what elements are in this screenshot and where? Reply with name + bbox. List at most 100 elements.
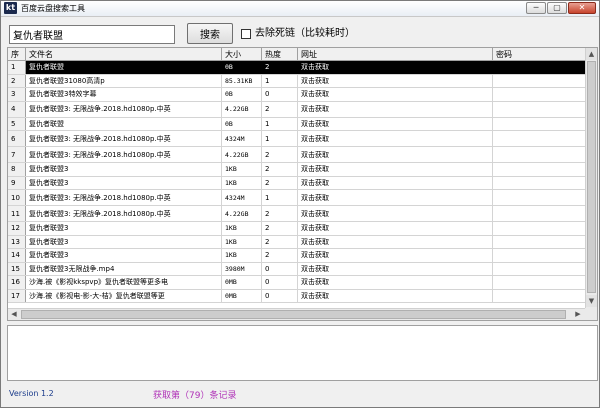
table-row[interactable]: 13 复仇者联盟3 1KB 2 双击获取 [8, 235, 586, 249]
col-url-cell[interactable]: 双击获取 [298, 190, 493, 205]
col-index-cell: 13 [8, 235, 26, 248]
close-icon[interactable]: ✕ [568, 2, 596, 14]
table-row[interactable]: 3 复仇者联盟3特效字幕 0B 0 双击获取 [8, 88, 586, 102]
col-size-cell: 0B [222, 117, 262, 130]
col-url-cell[interactable]: 双击获取 [298, 176, 493, 189]
table-row[interactable]: 11 复仇者联盟3: 无限战争.2018.hd1080p.中英 4.22GB 2 双击获… [8, 206, 586, 222]
header-col-url[interactable]: 网址 [298, 48, 493, 61]
minimize-icon[interactable]: ─ [526, 2, 546, 14]
horizontal-scrollbar[interactable]: ◀ ▶ [8, 308, 586, 320]
vertical-scroll-thumb[interactable] [587, 61, 596, 293]
header-col-filename[interactable]: 文件名 [26, 48, 222, 61]
col-heat-cell: 2 [262, 235, 298, 248]
col-url-cell[interactable]: 双击获取 [298, 117, 493, 130]
col-url-cell[interactable]: 双击获取 [298, 276, 493, 289]
col-url-cell[interactable]: 双击获取 [298, 88, 493, 101]
table-row[interactable]: 2 复仇者联盟31080高清p 85.31KB 1 双击获取 [8, 74, 586, 88]
search-button[interactable]: 搜索 [187, 23, 233, 44]
scroll-right-icon[interactable]: ▶ [572, 309, 584, 320]
table-row[interactable]: 7 复仇者联盟3: 无限战争.2018.hd1080p.中英 4.22GB 2 双击获取 [8, 147, 586, 163]
table-row[interactable]: 16 沙海.被《影视kkspvp》复仇者联盟等更多电 0MB 0 双击获取 [8, 276, 586, 290]
col-index-cell: 8 [8, 163, 26, 176]
col-url-cell[interactable]: 双击获取 [298, 74, 493, 87]
col-url-cell[interactable]: 双击获取 [298, 101, 493, 117]
table-header: 序文件名 大小 热度 网址 密码 [8, 48, 586, 61]
col-password-cell [493, 176, 586, 189]
table-row[interactable]: 8 复仇者联盟3 1KB 2 双击获取 [8, 163, 586, 177]
header-col-index[interactable]: 序 [8, 48, 26, 61]
table-row[interactable]: 12 复仇者联盟3 1KB 2 双击获取 [8, 222, 586, 236]
col-index-cell: 15 [8, 262, 26, 275]
col-heat-cell: 2 [262, 163, 298, 176]
col-url-cell[interactable]: 双击获取 [298, 206, 493, 221]
table-row[interactable]: 10 复仇者联盟3: 无限战争.2018.hd1080p.中英 4324M 1 双击获取 [8, 190, 586, 206]
col-index-cell: 7 [8, 147, 26, 162]
col-url-cell[interactable]: 双击获取 [298, 235, 493, 248]
scroll-up-icon[interactable]: ▲ [586, 48, 597, 60]
log-panel[interactable] [7, 325, 598, 381]
col-index-cell: 12 [8, 222, 26, 235]
vertical-scrollbar[interactable]: ▲ ▼ [585, 48, 597, 308]
col-url-cell[interactable]: 双击获取 [298, 61, 493, 74]
search-input[interactable] [9, 25, 175, 44]
col-url-cell[interactable]: 双击获取 [298, 222, 493, 235]
title-bar[interactable]: kt 百度云盘搜索工具 ─ ▢ ✕ [1, 1, 599, 17]
col-url-cell[interactable]: 双击获取 [298, 262, 493, 275]
col-size-cell: 0MB [222, 276, 262, 289]
maximize-icon[interactable]: ▢ [547, 2, 567, 14]
col-heat-cell: 2 [262, 176, 298, 189]
col-index-cell: 3 [8, 88, 26, 101]
scroll-left-icon[interactable]: ◀ [8, 309, 20, 320]
col-size-cell: 1KB [222, 235, 262, 248]
table-row[interactable]: 15 复仇者联盟3无限战争.mp4 3980M 0 双击获取 [8, 262, 586, 276]
dead-link-checkbox[interactable]: 去除死链（比较耗时） [241, 28, 355, 40]
app-window: kt 百度云盘搜索工具 ─ ▢ ✕ 搜索 去除死链（比较耗时） 序文件名大小热度… [0, 0, 600, 408]
col-heat-cell: 1 [262, 74, 298, 87]
col-url-cell[interactable]: 双击获取 [298, 147, 493, 162]
col-url-cell[interactable]: 双击获取 [298, 249, 493, 262]
col-password-cell [493, 163, 586, 176]
col-index-cell: 6 [8, 131, 26, 146]
table-row[interactable]: 9 复仇者联盟3 1KB 2 双击获取 [8, 176, 586, 190]
app-logo-icon: kt [4, 2, 17, 14]
table-row[interactable]: 6 复仇者联盟3: 无限战争.2018.hd1080p.中英 4324M 1 双击获取 [8, 131, 586, 147]
table-row[interactable]: 5 复仇者联盟 0B 1 双击获取 [8, 117, 586, 131]
horizontal-scroll-thumb[interactable] [21, 310, 566, 319]
table-row[interactable]: 4 复仇者联盟3: 无限战争.2018.hd1080p.中英 4.22GB 2 双击获取 [8, 101, 586, 118]
table-row[interactable]: 17 沙海.被《影视电-影-大-桔》复仇者联盟等更 0MB 0 双击获取 [8, 289, 586, 303]
col-password-cell [493, 74, 586, 87]
col-heat-cell: 0 [262, 88, 298, 101]
table-row[interactable]: 1 复仇者联盟 0B 2 双击获取 [8, 61, 586, 75]
header-col-password[interactable]: 密码 [493, 48, 586, 61]
col-index-cell: 17 [8, 289, 26, 302]
col-filename-cell: 复仇者联盟3: 无限战争.2018.hd1080p.中英 [26, 101, 222, 117]
col-filename-cell: 复仇者联盟31080高清p [26, 74, 222, 87]
col-url-cell[interactable]: 双击获取 [298, 131, 493, 146]
table-row[interactable]: 14 复仇者联盟3 1KB 2 双击获取 [8, 249, 586, 263]
col-filename-cell: 复仇者联盟3特效字幕 [26, 88, 222, 101]
col-url-cell[interactable]: 双击获取 [298, 163, 493, 176]
col-password-cell [493, 262, 586, 275]
col-password-cell [493, 101, 586, 117]
col-heat-cell: 2 [262, 101, 298, 117]
col-size-cell: 3980M [222, 262, 262, 275]
results-table[interactable]: 序文件名 大小 热度 网址 密码 1 复仇者联盟 0B 2 双击获取 2 复仇者联盟31080高清p… [7, 47, 598, 321]
scroll-down-icon[interactable]: ▼ [586, 295, 597, 307]
col-heat-cell: 2 [262, 61, 298, 74]
col-filename-cell: 复仇者联盟3无限战争.mp4 [26, 262, 222, 275]
col-filename-cell: 复仇者联盟 [26, 61, 222, 74]
col-filename-cell: 复仇者联盟3 [26, 163, 222, 176]
col-heat-cell: 2 [262, 249, 298, 262]
col-password-cell [493, 190, 586, 205]
header-col-size[interactable]: 大小 [222, 48, 262, 61]
col-heat-cell: 1 [262, 131, 298, 146]
col-size-cell: 85.31KB [222, 74, 262, 87]
col-password-cell [493, 147, 586, 162]
header-col-heat[interactable]: 热度 [262, 48, 298, 61]
col-password-cell [493, 206, 586, 221]
col-size-cell: 4324M [222, 131, 262, 146]
col-size-cell: 1KB [222, 163, 262, 176]
checkbox-box[interactable] [241, 29, 251, 39]
col-index-cell: 10 [8, 190, 26, 205]
col-url-cell[interactable]: 双击获取 [298, 289, 493, 302]
